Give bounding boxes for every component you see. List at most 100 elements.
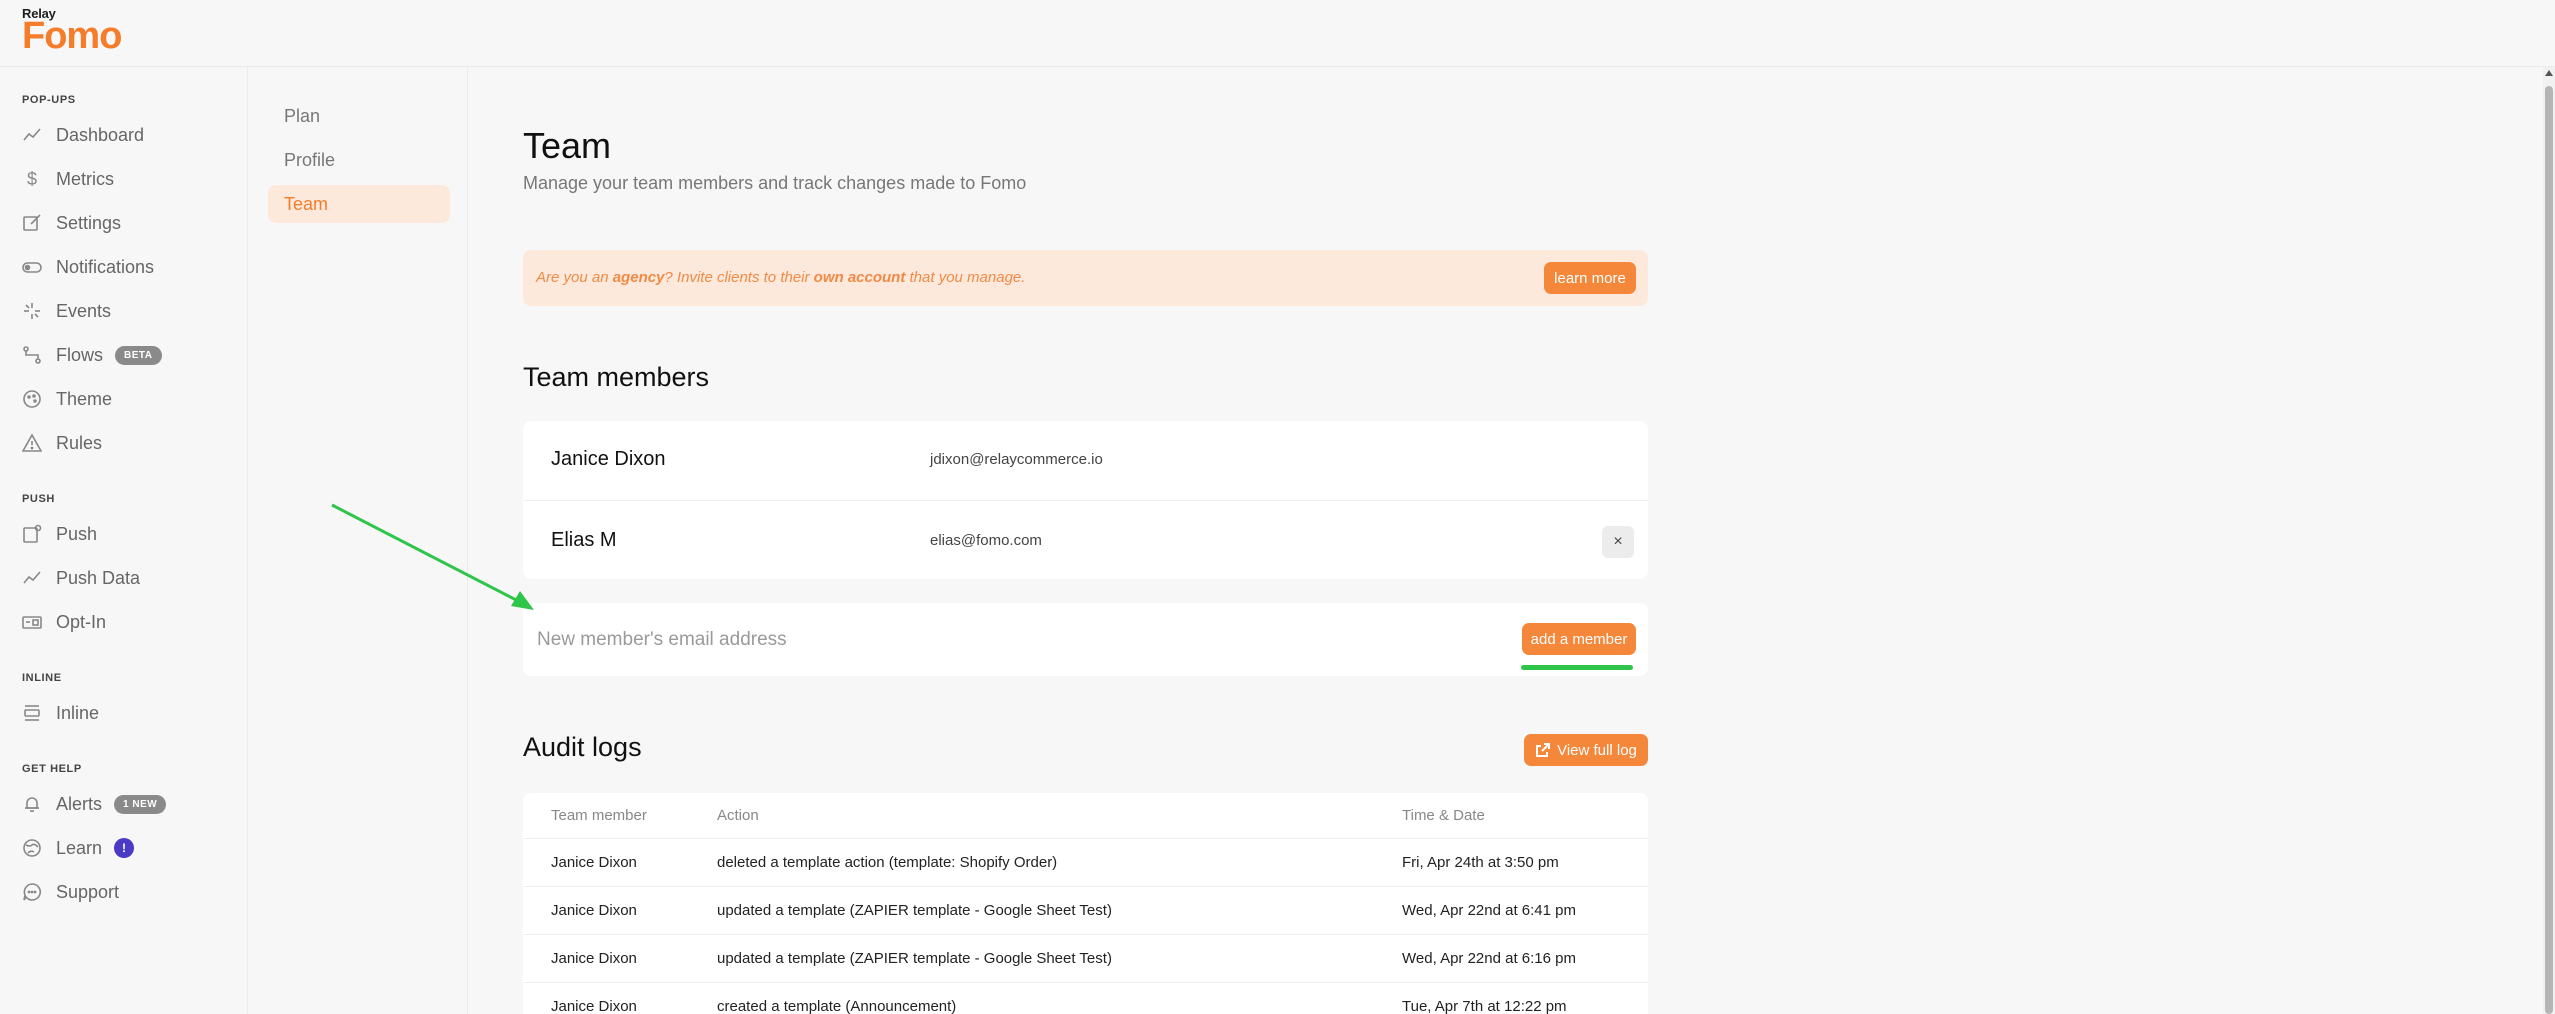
column-header: Time & Date xyxy=(1402,807,1485,824)
cell-action: updated a template (ZAPIER template - Go… xyxy=(717,902,1112,919)
toggle-icon xyxy=(22,262,42,273)
cell-action: updated a template (ZAPIER template - Go… xyxy=(717,950,1112,967)
page-title: Team xyxy=(523,125,612,166)
learn-badge: ! xyxy=(114,838,135,858)
sidebar-item-inline[interactable]: Inline xyxy=(22,698,99,728)
sidebar-item-label: Rules xyxy=(56,432,103,453)
member-email: jdixon@relaycommerce.io xyxy=(930,451,1103,468)
column-header: Team member xyxy=(551,807,647,824)
sidebar-section-inline: INLINE xyxy=(22,672,62,684)
push-icon xyxy=(23,524,42,543)
external-link-icon xyxy=(1536,743,1551,757)
team-members-list: Janice Dixon jdixon@relaycommerce.io Eli… xyxy=(523,421,1648,579)
add-member-form: add a member xyxy=(523,603,1648,676)
sidebar-item-push[interactable]: Push xyxy=(22,519,97,549)
sidebar-item-label: Push Data xyxy=(56,567,141,588)
globe-icon xyxy=(23,839,41,857)
optin-icon xyxy=(22,616,42,629)
fomo-logo[interactable]: Relay Fomo xyxy=(22,6,122,57)
cell-time: Fri, Apr 24th at 3:50 pm xyxy=(1402,854,1559,871)
subnav-item-team[interactable]: Team xyxy=(268,185,450,223)
member-name: Elias M xyxy=(551,529,617,551)
cell-member: Janice Dixon xyxy=(551,998,637,1014)
sidebar-item-notifications[interactable]: Notifications xyxy=(22,252,154,282)
cell-action: created a template (Announcement) xyxy=(717,998,957,1014)
sidebar-item-label: Alerts xyxy=(56,793,103,814)
cell-time: Wed, Apr 22nd at 6:16 pm xyxy=(1402,950,1577,967)
cell-member: Janice Dixon xyxy=(551,902,637,919)
sidebar-item-label: Flows xyxy=(56,344,104,365)
sidebar-item-push-data[interactable]: Push Data xyxy=(22,563,140,593)
scrollbar-thumb[interactable] xyxy=(2545,86,2553,1014)
member-email: elias@fomo.com xyxy=(930,532,1042,549)
chat-icon xyxy=(23,883,41,901)
sidebar-item-dashboard[interactable]: Dashboard xyxy=(22,120,144,150)
table-row: Janice Dixon updated a template (ZAPIER … xyxy=(523,935,1648,983)
audit-log-table: Team member Action Time & Date Janice Di… xyxy=(523,793,1648,1014)
sidebar: POP-UPS Dashboard $ Metrics Settings Not… xyxy=(0,67,248,1014)
cell-member: Janice Dixon xyxy=(551,854,637,871)
sidebar-item-events[interactable]: Events xyxy=(22,296,111,326)
highlight-underline xyxy=(1521,665,1633,670)
table-row: Janice Dixon deleted a template action (… xyxy=(523,839,1648,887)
sidebar-item-support[interactable]: Support xyxy=(22,877,119,907)
sidebar-section-popups: POP-UPS xyxy=(22,94,76,106)
cell-time: Tue, Apr 7th at 12:22 pm xyxy=(1402,998,1567,1014)
audit-logs-heading: Audit logs xyxy=(523,732,642,762)
new-member-email-input[interactable] xyxy=(537,621,1437,659)
sidebar-item-metrics[interactable]: $ Metrics xyxy=(22,164,114,194)
cell-member: Janice Dixon xyxy=(551,950,637,967)
sidebar-item-label: Settings xyxy=(56,212,122,233)
sidebar-item-label: Opt-In xyxy=(56,611,107,632)
learn-more-button[interactable]: learn more xyxy=(1544,262,1636,294)
dollar-icon: $ xyxy=(26,168,37,189)
subnav-item-profile[interactable]: Profile xyxy=(268,141,450,179)
sidebar-item-label: Notifications xyxy=(56,256,155,277)
table-header: Team member Action Time & Date xyxy=(523,793,1648,839)
sidebar-item-label: Learn xyxy=(56,837,103,858)
column-header: Action xyxy=(717,807,759,824)
inline-icon xyxy=(24,705,40,721)
top-bar: Relay Fomo xyxy=(0,0,2555,67)
warning-icon xyxy=(22,433,42,452)
sidebar-item-opt-in[interactable]: Opt-In xyxy=(22,607,106,637)
chart-line-icon xyxy=(23,571,41,584)
palette-icon xyxy=(23,390,41,408)
sidebar-item-rules[interactable]: Rules xyxy=(22,428,102,458)
sidebar-item-settings[interactable]: Settings xyxy=(22,208,121,238)
agency-banner-text: Are you an agency? Invite clients to the… xyxy=(536,269,1026,286)
team-members-heading: Team members xyxy=(523,362,710,392)
sidebar-section-get-help: GET HELP xyxy=(22,763,82,775)
sidebar-item-theme[interactable]: Theme xyxy=(22,384,112,414)
table-row: Janice Dixon updated a template (ZAPIER … xyxy=(523,887,1648,935)
edit-icon xyxy=(23,214,41,231)
sidebar-item-learn[interactable]: Learn ! xyxy=(22,833,135,863)
subnav-item-plan[interactable]: Plan xyxy=(268,97,450,135)
sidebar-item-label: Inline xyxy=(56,702,100,723)
logo-fomo-text: Fomo xyxy=(22,15,122,57)
remove-member-button[interactable]: × xyxy=(1602,526,1634,558)
bell-icon xyxy=(25,797,39,812)
member-row: Elias M elias@fomo.com × xyxy=(523,500,1648,579)
sidebar-item-label: Events xyxy=(56,300,112,321)
member-row: Janice Dixon jdixon@relaycommerce.io xyxy=(523,421,1648,500)
table-row: Janice Dixon created a template (Announc… xyxy=(523,983,1648,1014)
spark-icon xyxy=(24,303,40,319)
sidebar-item-flows[interactable]: Flows BETA xyxy=(22,340,162,370)
view-full-log-label: View full log xyxy=(1557,741,1637,759)
sidebar-section-push: PUSH xyxy=(22,493,55,505)
sidebar-item-label: Support xyxy=(56,881,120,902)
scroll-up-arrow-icon[interactable] xyxy=(2545,70,2553,76)
agency-banner: Are you an agency? Invite clients to the… xyxy=(523,250,1648,306)
view-full-log-button[interactable]: View full log xyxy=(1524,734,1648,766)
new-alerts-badge: 1 NEW xyxy=(114,794,167,814)
member-name: Janice Dixon xyxy=(551,448,666,470)
add-member-button[interactable]: add a member xyxy=(1522,623,1636,655)
cell-action: deleted a template action (template: Sho… xyxy=(717,854,1058,871)
sidebar-item-label: Dashboard xyxy=(56,124,145,145)
chart-line-icon xyxy=(23,128,41,141)
sidebar-item-label: Theme xyxy=(56,388,113,409)
account-subnav: Plan Profile Team xyxy=(248,67,468,1014)
sidebar-item-label: Metrics xyxy=(56,168,114,189)
sidebar-item-alerts[interactable]: Alerts 1 NEW xyxy=(22,789,167,819)
